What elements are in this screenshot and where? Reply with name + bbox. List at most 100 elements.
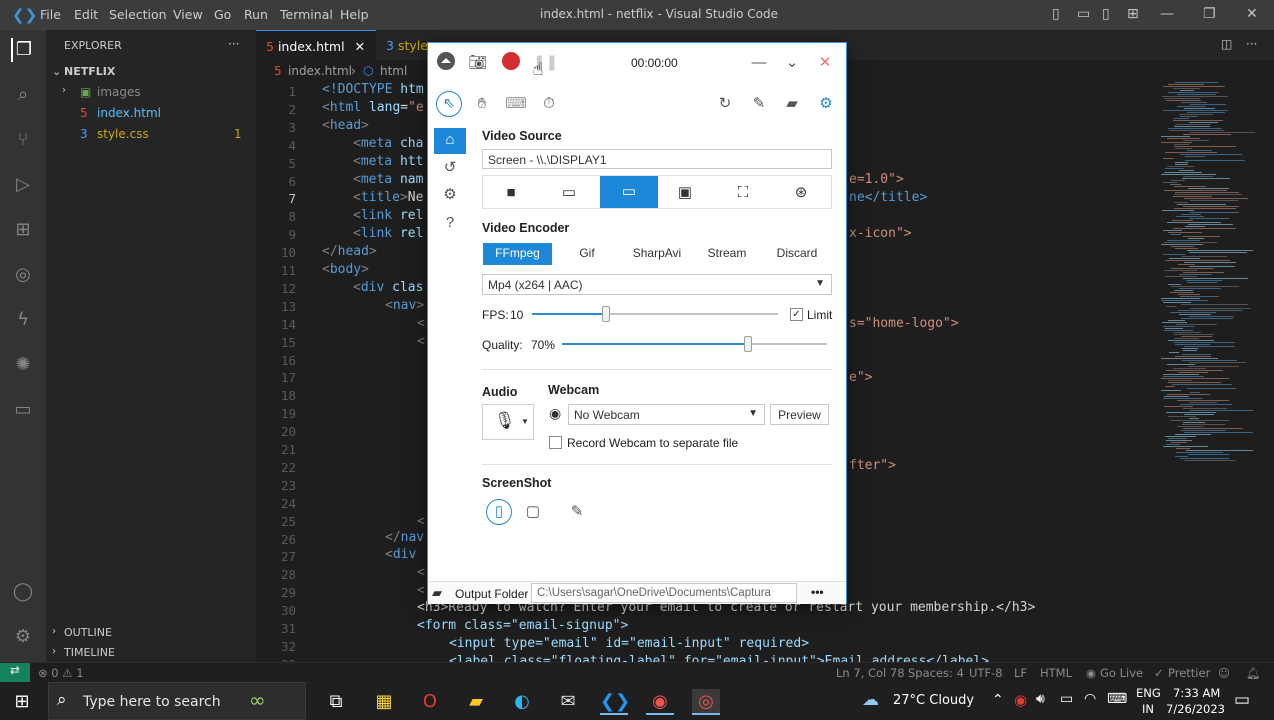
more-button[interactable]: ••• <box>811 585 824 599</box>
encoder-tab-sharpavi[interactable]: SharpAvi <box>622 243 692 265</box>
breadcrumb-element[interactable]: html <box>380 64 407 78</box>
webcam-source-icon[interactable]: ■ <box>499 181 523 205</box>
menu-help[interactable]: Help <box>340 7 369 22</box>
indentation[interactable]: Spaces: 4 <box>908 666 964 680</box>
cursor-position[interactable]: Ln 7, Col 78 <box>836 666 905 680</box>
double-chevron-down-icon[interactable]: ⌄ <box>780 51 804 75</box>
menu-edit[interactable]: Edit <box>74 7 98 22</box>
explorer-more-icon[interactable]: ··· <box>228 37 239 51</box>
windows-start-icon[interactable]: ⊞ <box>8 689 36 715</box>
encoder-tab-discard[interactable]: Discard <box>762 243 832 265</box>
account-icon[interactable]: ◯ <box>11 580 35 604</box>
breadcrumb-file[interactable]: index.html <box>288 64 352 78</box>
menu-go[interactable]: Go <box>214 7 231 22</box>
clock-time[interactable]: 7:33 AM <box>1173 686 1220 700</box>
output-folder-label[interactable]: Output Folder <box>455 587 528 601</box>
prettier[interactable]: Prettier <box>1168 666 1210 680</box>
region-indicator[interactable]: IN <box>1142 702 1154 716</box>
restore-icon[interactable]: ❐ <box>1203 6 1216 22</box>
problems-status[interactable]: ⊗ 0 ⚠ 1 <box>38 666 84 680</box>
settings-gear-icon[interactable]: ⚙ <box>814 92 838 116</box>
collapse-icon[interactable] <box>434 51 458 75</box>
notifications-icon[interactable]: 🔔︎ <box>1246 666 1261 680</box>
search-highlight-icon[interactable]: ∞ <box>249 688 266 712</box>
explorer-icon[interactable]: ❐ <box>11 38 35 62</box>
file-item-images[interactable]: images <box>97 85 141 99</box>
comments-icon[interactable]: ▭ <box>11 398 35 422</box>
camera-icon[interactable]: 📷︎ <box>466 51 490 75</box>
quality-slider[interactable] <box>562 335 827 353</box>
fps-slider-thumb[interactable] <box>602 306 610 322</box>
captura-taskbar-icon[interactable]: ◎ <box>692 689 720 715</box>
taskbar-search[interactable]: ⌕ Type here to search ∞ <box>48 682 306 720</box>
notifications-icon[interactable]: ▭ <box>1234 690 1250 710</box>
volume-icon[interactable]: 🔊︎ <box>1036 691 1045 707</box>
file-item-style-css[interactable]: style.css <box>97 127 149 141</box>
encoding[interactable]: UTF-8 <box>969 666 1003 680</box>
minimize-icon[interactable]: — <box>747 51 771 75</box>
gear-icon[interactable]: ⚙ <box>438 183 462 207</box>
settings-gear-icon[interactable]: ⚙ <box>11 625 35 649</box>
file-item-index-html[interactable]: index.html <box>97 106 161 120</box>
menu-file[interactable]: File <box>40 7 61 22</box>
more-actions-icon[interactable]: ··· <box>1246 37 1257 51</box>
help-icon[interactable]: ? <box>438 211 462 235</box>
quality-slider-thumb[interactable] <box>744 336 752 352</box>
source-control-icon[interactable]: ⑂ <box>11 128 35 152</box>
wifi-icon[interactable]: ◠ <box>1084 691 1096 707</box>
brush-icon[interactable]: ✎ <box>747 92 771 116</box>
region-icon[interactable]: ⛶ <box>731 181 755 205</box>
clock-date[interactable]: 7/26/2023 <box>1166 702 1225 716</box>
chevron-right-icon[interactable]: › <box>52 626 56 637</box>
fullscreen-window-icon[interactable]: ▣ <box>673 181 697 205</box>
tab-index-html[interactable]: 5 index.html ✕ <box>256 30 376 60</box>
record-webcam-checkbox[interactable] <box>549 436 562 449</box>
timeline-section[interactable]: TIMELINE <box>64 646 115 659</box>
keyboard-icon[interactable]: ⌨ <box>1107 691 1127 707</box>
screen-source-icon[interactable]: ▭ <box>600 176 658 208</box>
encoder-tab-gif[interactable]: Gif <box>552 243 622 265</box>
remote-icon[interactable]: ⇄ <box>0 663 30 682</box>
minimize-icon[interactable]: — <box>1160 6 1174 22</box>
gamepad-icon[interactable]: ⊛ <box>789 181 813 205</box>
menu-selection[interactable]: Selection <box>109 7 167 22</box>
save-to-disk-icon[interactable]: ▯ <box>486 499 512 525</box>
codec-select[interactable]: Mp4 (x264 | AAC) ▼ <box>482 274 832 295</box>
encoder-tab-stream[interactable]: Stream <box>692 243 762 265</box>
output-path-field[interactable]: C:\Users\sagar\OneDrive\Documents\Captur… <box>531 583 797 603</box>
folder-icon[interactable]: ▰ <box>432 585 442 601</box>
history-icon[interactable]: ↺ <box>438 156 462 180</box>
menu-view[interactable]: View <box>173 7 203 22</box>
feedback-icon[interactable]: ☺ <box>1218 666 1230 680</box>
chevron-right-icon[interactable]: › <box>62 85 66 96</box>
window-source-icon[interactable]: ▭ <box>557 181 581 205</box>
weather-text[interactable]: 27°C Cloudy <box>893 693 974 708</box>
cursor-icon[interactable]: ⇖ <box>436 91 462 117</box>
opera-icon[interactable]: O <box>416 689 444 715</box>
home-icon[interactable]: ⌂ <box>434 128 466 154</box>
encoder-tab-ffmpeg[interactable]: FFmpeg <box>483 243 552 265</box>
split-editor-icon[interactable]: ◫ <box>1221 37 1232 51</box>
eol[interactable]: LF <box>1014 666 1027 680</box>
language-indicator[interactable]: ENG <box>1136 686 1161 700</box>
language-mode[interactable]: HTML <box>1040 666 1072 680</box>
extensions-icon[interactable]: ⊞ <box>11 218 35 242</box>
go-live[interactable]: Go Live <box>1100 666 1143 680</box>
webcam-select[interactable]: No Webcam ▼ <box>568 404 765 425</box>
video-source-field[interactable]: Screen - \\.\DISPLAY1 <box>482 149 832 169</box>
clipboard-icon[interactable]: ▢ <box>521 500 545 524</box>
fps-slider[interactable] <box>532 305 778 323</box>
layout-panel-icon[interactable]: ▭ <box>1077 6 1090 22</box>
timer-icon[interactable]: ⏱︎ <box>537 92 561 116</box>
edit-pencil-icon[interactable]: ✎ <box>565 500 589 524</box>
lightning-icon[interactable]: ϟ <box>11 308 35 332</box>
chevron-right-icon[interactable]: › <box>52 646 56 657</box>
task-view-icon[interactable]: ⧉ <box>322 689 350 715</box>
chevron-down-icon[interactable]: ⌄ <box>52 65 61 78</box>
chrome-icon[interactable]: ◉ <box>646 689 674 715</box>
folder-icon[interactable]: ▰ <box>780 92 804 116</box>
layout-secondary-icon[interactable]: ▯ <box>1102 6 1110 22</box>
vscode-taskbar-icon[interactable]: ❮❯ <box>600 689 630 715</box>
tab-close-icon[interactable]: ✕ <box>355 39 365 54</box>
edge-icon[interactable]: ◐ <box>508 689 536 715</box>
